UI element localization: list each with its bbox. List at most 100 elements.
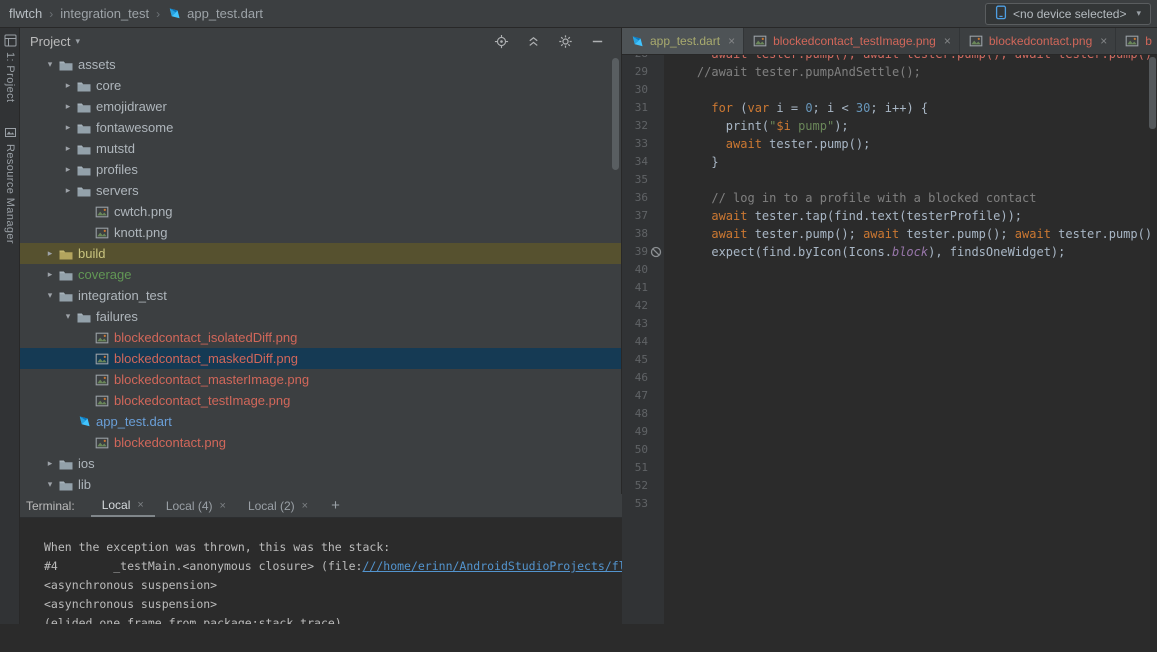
terminal-line: (elided one frame from package:stack_tra…: [44, 614, 622, 624]
project-tree: ▾ assets ▸ core ▸ emojidrawer ▸ fontawesome ▸ mut…: [20, 54, 621, 494]
tree-item-label: ios: [78, 456, 95, 471]
tree-expand-arrow[interactable]: ▸: [44, 458, 56, 469]
terminal-text: #4 _testMain.<anonymous closure> (file:: [44, 559, 363, 573]
image-icon: [1124, 33, 1140, 49]
stack-trace-link[interactable]: ///home/erinn/AndroidStudioProjects/flwt…: [363, 559, 623, 573]
folder-icon: [76, 183, 92, 199]
project-view-selector[interactable]: Project ▾: [30, 34, 80, 49]
close-icon[interactable]: ×: [944, 34, 951, 48]
terminal-tab-local-2-[interactable]: Local (2) ×: [237, 494, 319, 517]
tree-item-label: blockedcontact_isolatedDiff.png: [114, 330, 298, 345]
tree-item-app-test-dart[interactable]: app_test.dart: [20, 411, 621, 432]
terminal-line: When the exception was thrown, this was …: [44, 538, 622, 557]
editor-tab-b[interactable]: b: [1116, 28, 1157, 54]
code-editor[interactable]: await tester.pump(); await tester.pump()…: [664, 54, 1150, 624]
terminal-text: When the exception was thrown, this was …: [44, 540, 391, 554]
editor-tab-app-test-dart[interactable]: app_test.dart ×: [622, 28, 745, 54]
terminal-text: <asynchronous suspension>: [44, 597, 218, 611]
close-icon[interactable]: ×: [137, 499, 143, 511]
close-icon[interactable]: ×: [1100, 34, 1107, 48]
tree-item-failures[interactable]: ▾ failures: [20, 306, 621, 327]
collapse-all-icon: [526, 34, 541, 49]
tree-item-coverage[interactable]: ▸ coverage: [20, 264, 621, 285]
tree-expand-arrow[interactable]: ▸: [44, 269, 56, 280]
collapse-all-button[interactable]: [525, 33, 541, 49]
tree-item-integration-test[interactable]: ▾ integration_test: [20, 285, 621, 306]
new-terminal-tab-button[interactable]: +: [331, 497, 340, 514]
code-line: await tester.tap(find.text(testerProfile…: [711, 209, 1023, 223]
tree-expand-arrow[interactable]: ▸: [62, 185, 74, 196]
banned-icon: [650, 246, 662, 258]
close-icon[interactable]: ×: [220, 500, 226, 512]
device-selector[interactable]: <no device selected> ▾: [985, 2, 1151, 25]
tree-expand-arrow[interactable]: ▸: [62, 143, 74, 154]
breadcrumb-item[interactable]: integration_test: [60, 6, 149, 21]
tree-item-core[interactable]: ▸ core: [20, 75, 621, 96]
dart-icon: [76, 414, 92, 430]
tree-item-blockedcontact-testimage-png[interactable]: blockedcontact_testImage.png: [20, 390, 621, 411]
tree-item-emojidrawer[interactable]: ▸ emojidrawer: [20, 96, 621, 117]
line-number: 48: [634, 407, 648, 420]
line-number: 46: [634, 371, 648, 384]
line-number: 40: [634, 263, 648, 276]
tree-item-lib[interactable]: ▾ lib: [20, 474, 621, 494]
locate-button[interactable]: [493, 33, 509, 49]
tree-item-blockedcontact-maskeddiff-png[interactable]: blockedcontact_maskedDiff.png: [20, 348, 621, 369]
tree-item-blockedcontact-isolateddiff-png[interactable]: blockedcontact_isolatedDiff.png: [20, 327, 621, 348]
tree-expand-arrow[interactable]: ▸: [62, 80, 74, 91]
tree-expand-arrow[interactable]: ▸: [62, 164, 74, 175]
close-icon[interactable]: ×: [302, 500, 308, 512]
tree-item-mutstd[interactable]: ▸ mutstd: [20, 138, 621, 159]
tree-expand-arrow[interactable]: ▾: [62, 311, 74, 322]
tree-expand-arrow[interactable]: ▾: [44, 59, 56, 70]
tree-item-label: build: [78, 246, 106, 261]
image-icon: [94, 435, 110, 451]
tree-item-label: blockedcontact_testImage.png: [114, 393, 291, 408]
code-line: await tester.pump(); await tester.pump()…: [711, 227, 1150, 241]
hide-button[interactable]: [589, 33, 605, 49]
stripe-label: Resource Manager: [4, 144, 16, 244]
tree-item-cwtch-png[interactable]: cwtch.png: [20, 201, 621, 222]
editor-scrollbar[interactable]: [1149, 57, 1156, 129]
tree-item-assets[interactable]: ▾ assets: [20, 54, 621, 75]
project-tree-scrollbar[interactable]: [612, 58, 619, 170]
tree-item-label: blockedcontact.png: [114, 435, 227, 450]
tree-item-blockedcontact-png[interactable]: blockedcontact.png: [20, 432, 621, 453]
editor-tab-blockedcontact-testimage-png[interactable]: blockedcontact_testImage.png ×: [744, 28, 960, 54]
line-number: 52: [634, 479, 648, 492]
close-icon[interactable]: ×: [728, 34, 735, 48]
tree-expand-arrow[interactable]: ▸: [44, 248, 56, 259]
line-number: 39: [622, 243, 664, 261]
folder-icon: [76, 120, 92, 136]
terminal-title: Terminal:: [26, 498, 75, 513]
tree-expand-arrow[interactable]: ▾: [44, 479, 56, 490]
terminal-tab-local-4-[interactable]: Local (4) ×: [155, 494, 237, 517]
tree-item-fontawesome[interactable]: ▸ fontawesome: [20, 117, 621, 138]
breadcrumb-item[interactable]: flwtch: [9, 6, 42, 21]
breadcrumb-item[interactable]: app_test.dart: [167, 6, 263, 21]
tree-item-blockedcontact-masterimage-png[interactable]: blockedcontact_masterImage.png: [20, 369, 621, 390]
stripe-label: 1: Project: [4, 52, 16, 103]
code-line: }: [711, 155, 719, 169]
settings-button[interactable]: [557, 33, 573, 49]
tree-expand-arrow[interactable]: ▸: [62, 122, 74, 133]
tree-expand-arrow[interactable]: ▾: [44, 290, 56, 301]
tree-item-label: fontawesome: [96, 120, 174, 135]
tree-item-servers[interactable]: ▸ servers: [20, 180, 621, 201]
dart-file-icon: [167, 6, 182, 21]
tool-window-stripe--project[interactable]: 1: Project: [0, 34, 20, 102]
terminal-tab-local[interactable]: Local ×: [90, 494, 155, 517]
line-number: 38: [634, 227, 648, 240]
tree-item-profiles[interactable]: ▸ profiles: [20, 159, 621, 180]
line-number: 41: [634, 281, 648, 294]
tree-item-knott-png[interactable]: knott.png: [20, 222, 621, 243]
tree-item-build[interactable]: ▸ build: [20, 243, 621, 264]
tree-item-ios[interactable]: ▸ ios: [20, 453, 621, 474]
tool-window-stripe-resource-manager[interactable]: Resource Manager: [0, 126, 20, 244]
tree-expand-arrow[interactable]: ▸: [62, 101, 74, 112]
editor-tab-blockedcontact-png[interactable]: blockedcontact.png ×: [959, 28, 1117, 54]
editor-tab-label: blockedcontact.png: [988, 34, 1093, 48]
